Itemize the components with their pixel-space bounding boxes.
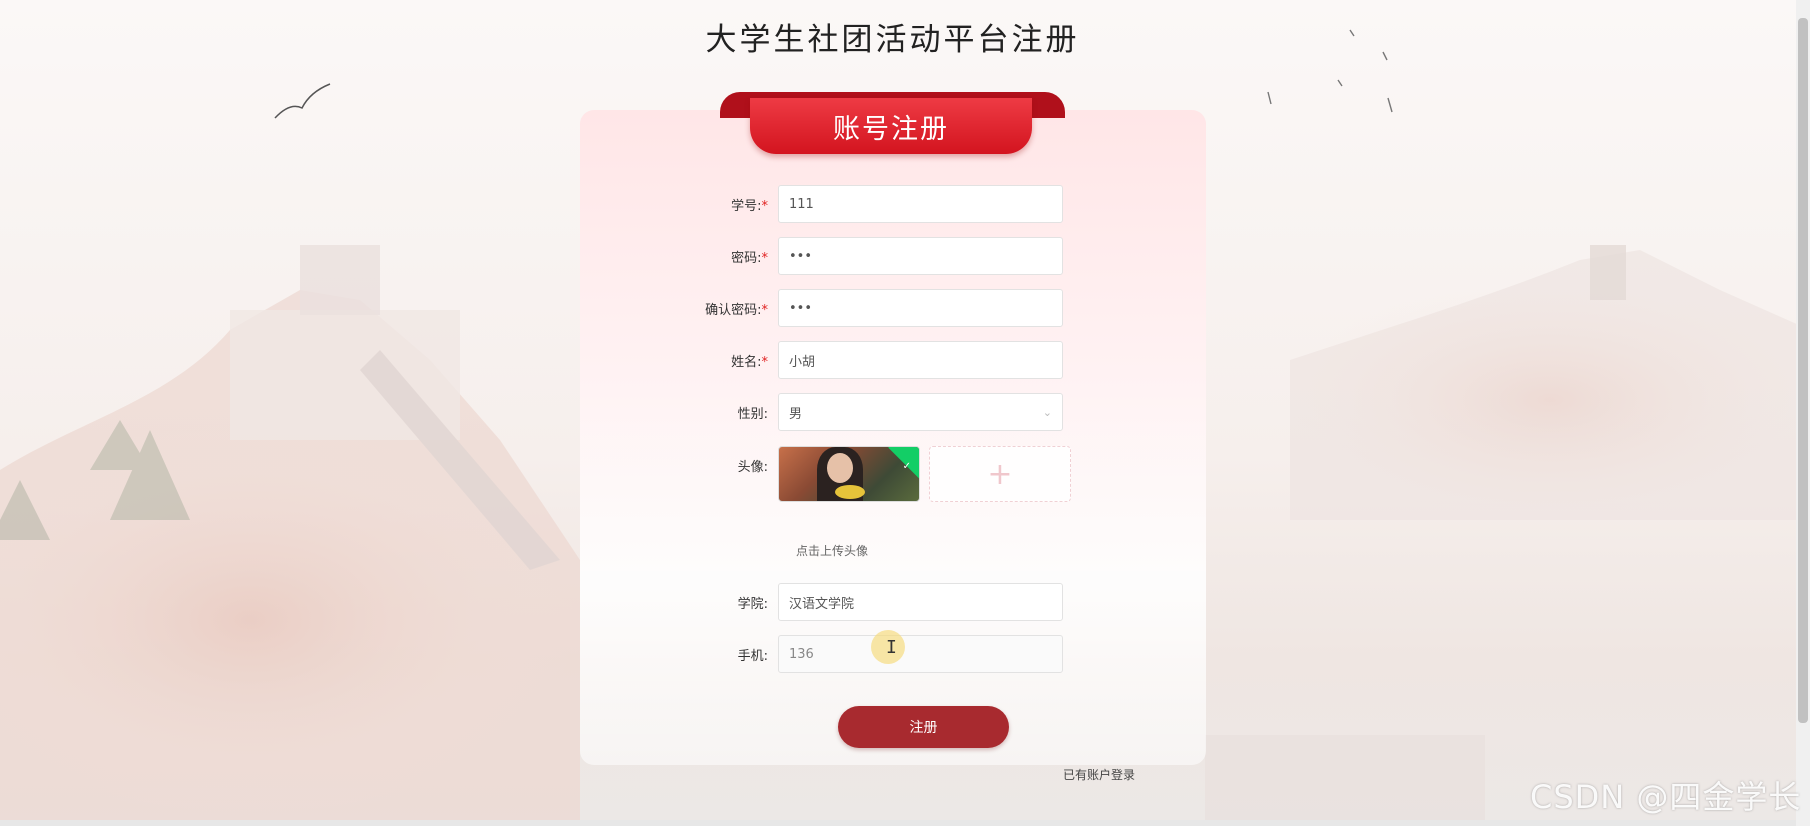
watermark: CSDN @四金学长 xyxy=(1530,778,1802,816)
upload-hint: 点击上传头像 xyxy=(796,544,869,558)
student-id-input[interactable]: 111 xyxy=(778,185,1063,223)
college-input[interactable]: 汉语文学院 xyxy=(778,583,1063,621)
phone-input[interactable]: 136 xyxy=(778,635,1063,673)
avatar-upload-button[interactable]: + xyxy=(929,446,1071,502)
gender-value: 男 xyxy=(789,406,803,422)
confirm-password-input[interactable]: ••• xyxy=(778,289,1063,327)
card-heading: 账号注册 xyxy=(833,113,949,145)
page-title: 大学生社团活动平台注册 xyxy=(705,22,1080,58)
chevron-down-icon: ⌄ xyxy=(1042,405,1052,419)
gender-row: 性别: 男 ⌄ xyxy=(640,393,1100,431)
phone-row: 手机: 136 xyxy=(640,635,1100,673)
gender-label: 性别: xyxy=(737,406,768,422)
confirm-password-label: 确认密码:* xyxy=(705,302,769,318)
required-mark: * xyxy=(761,198,769,214)
required-mark: * xyxy=(761,354,769,370)
avatar-thumbnail[interactable]: ✓ xyxy=(778,446,920,502)
password-input[interactable]: ••• xyxy=(778,237,1063,275)
college-row: 学院: 汉语文学院 xyxy=(640,583,1100,621)
check-icon: ✓ xyxy=(902,461,911,472)
gender-select[interactable]: 男 ⌄ xyxy=(778,393,1063,431)
student-id-row: 学号:* 111 xyxy=(640,185,1100,223)
name-label: 姓名:* xyxy=(731,354,769,370)
college-label: 学院: xyxy=(737,596,768,612)
plus-icon: + xyxy=(987,456,1013,492)
required-mark: * xyxy=(761,250,769,266)
password-label: 密码:* xyxy=(731,250,769,266)
name-row: 姓名:* 小胡 xyxy=(640,341,1100,379)
card-heading-ribbon: 账号注册 xyxy=(750,98,1032,154)
required-mark: * xyxy=(761,302,769,318)
avatar-label: 头像: xyxy=(737,460,768,475)
bottom-edge xyxy=(0,820,1796,826)
vertical-scrollbar[interactable] xyxy=(1796,0,1810,826)
student-id-label: 学号:* xyxy=(731,198,769,214)
password-row: 密码:* ••• xyxy=(640,237,1100,275)
name-input[interactable]: 小胡 xyxy=(778,341,1063,379)
text-cursor-icon: I xyxy=(886,637,897,658)
avatar-row: 头像: ✓ + xyxy=(640,446,1071,502)
scrollbar-thumb[interactable] xyxy=(1798,18,1808,723)
confirm-password-row: 确认密码:* ••• xyxy=(640,289,1100,327)
register-button[interactable]: 注册 xyxy=(838,706,1009,748)
phone-label: 手机: xyxy=(737,648,768,664)
login-link[interactable]: 已有账户登录 xyxy=(1063,766,1135,783)
